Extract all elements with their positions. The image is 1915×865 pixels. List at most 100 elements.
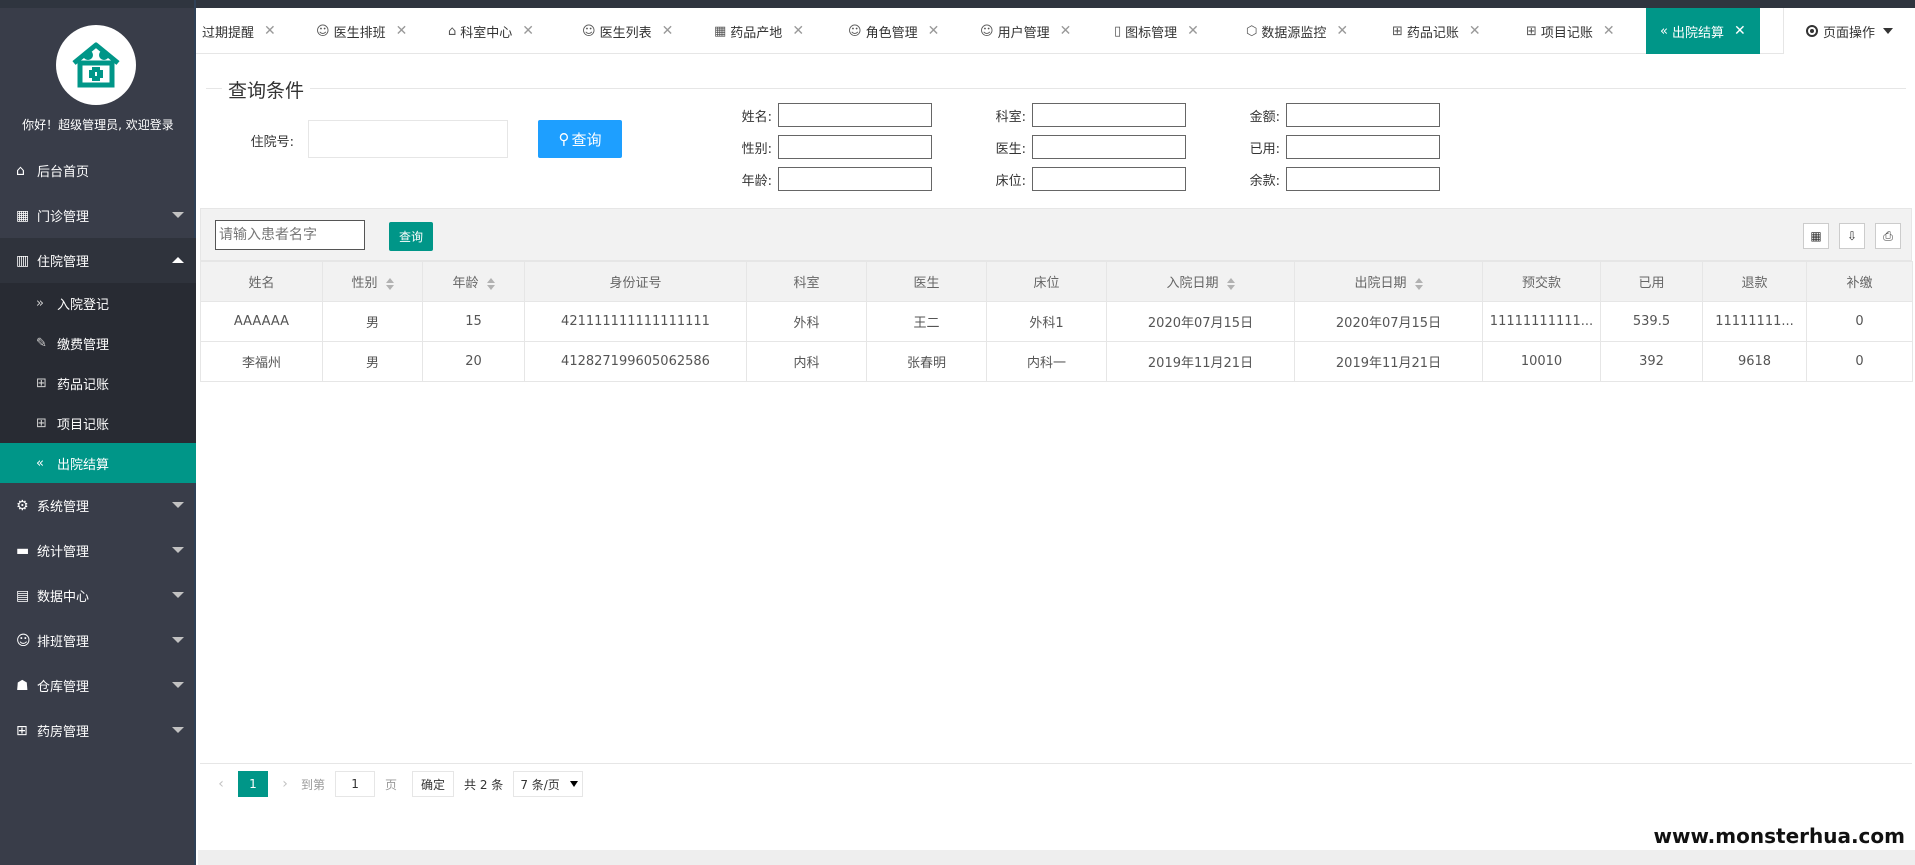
cell-used: 539.5	[1600, 301, 1703, 342]
sidebar-subitem-drug-billing[interactable]: ⊞ 药品记账	[0, 363, 196, 403]
bed-field[interactable]	[1032, 167, 1186, 191]
goto-page-input[interactable]: 1	[335, 771, 376, 797]
col-header-discharge-date[interactable]: 出院日期	[1294, 261, 1483, 302]
tab-datasource-monitor[interactable]: ⬡ 数据源监控 ✕	[1246, 8, 1348, 54]
document-icon: ▯	[1114, 23, 1122, 39]
doctor-label: 医生:	[995, 142, 1026, 157]
name-field[interactable]	[778, 103, 932, 127]
col-header-id-number[interactable]: 身份证号	[524, 261, 747, 302]
col-header-refund[interactable]: 退款	[1702, 261, 1807, 302]
close-icon[interactable]: ✕	[792, 23, 804, 39]
query-button[interactable]: ⚲ 查询	[538, 120, 622, 158]
tab-drug-origin[interactable]: ▦ 药品产地 ✕	[714, 8, 804, 54]
patient-search-input[interactable]: 请输入患者名字	[215, 220, 365, 250]
col-header-admission-date[interactable]: 入院日期	[1106, 261, 1295, 302]
book-icon: ⊞	[1526, 23, 1537, 39]
table-row[interactable]: AAAAAA 男 15 421111111111111111 外科 王二 外科1…	[200, 301, 1913, 342]
tab-item-billing[interactable]: ⊞ 项目记账 ✕	[1526, 8, 1615, 54]
tab-doctor-list[interactable]: ☺ 医生列表 ✕	[582, 8, 673, 54]
col-header-used[interactable]: 已用	[1600, 261, 1703, 302]
patient-search-button[interactable]: 查询	[389, 222, 433, 251]
cell-gender: 男	[322, 341, 423, 382]
print-icon[interactable]: ⎙	[1875, 223, 1901, 249]
sidebar-subitem-admission[interactable]: » 入院登记	[0, 283, 196, 323]
department-field[interactable]	[1032, 103, 1186, 127]
table-row[interactable]: 李福州 男 20 412827199605062586 内科 张春明 内科一 2…	[200, 341, 1913, 382]
sort-icon[interactable]	[1226, 277, 1235, 290]
col-header-supplement[interactable]: 补缴	[1806, 261, 1913, 302]
doctor-field[interactable]	[1032, 135, 1186, 159]
sort-icon[interactable]	[385, 277, 394, 290]
gender-field[interactable]	[778, 135, 932, 159]
age-field[interactable]	[778, 167, 932, 191]
gender-label: 性别:	[741, 142, 772, 157]
sidebar-item-label: 统计管理	[37, 545, 90, 560]
close-icon[interactable]: ✕	[264, 23, 276, 39]
col-header-bed[interactable]: 床位	[986, 261, 1107, 302]
page-operations-dropdown[interactable]: 页面操作	[1783, 8, 1915, 54]
bed-label: 床位:	[995, 174, 1026, 189]
tab-user-management[interactable]: ☺ 用户管理 ✕	[980, 8, 1071, 54]
sidebar-item-datacenter[interactable]: ▤ 数据中心	[0, 573, 196, 618]
columns-filter-icon[interactable]: ▦	[1803, 223, 1829, 249]
sidebar-item-system[interactable]: ⚙ 系统管理	[0, 483, 196, 528]
page-size-select[interactable]: 7 条/页	[513, 771, 583, 797]
close-icon[interactable]: ✕	[1336, 23, 1348, 39]
tab-department-center[interactable]: ⌂ 科室中心 ✕	[448, 8, 534, 54]
sidebar-item-statistics[interactable]: ▬ 统计管理	[0, 528, 196, 573]
close-icon[interactable]: ✕	[522, 23, 534, 39]
sidebar-item-warehouse[interactable]: ☗ 仓库管理	[0, 663, 196, 708]
tab-discharge-settlement[interactable]: « 出院结算 ✕	[1646, 8, 1760, 54]
cell-refund: 11111111...	[1702, 301, 1807, 342]
close-icon[interactable]: ✕	[928, 23, 940, 39]
watermark-text: www.monsterhua.com	[1649, 822, 1909, 850]
cell-doctor: 张春明	[866, 341, 987, 382]
close-icon[interactable]: ✕	[396, 23, 408, 39]
close-icon[interactable]: ✕	[1187, 23, 1199, 39]
sidebar-item-outpatient[interactable]: ▦ 门诊管理	[0, 193, 196, 238]
goto-confirm-button[interactable]: 确定	[412, 771, 455, 797]
used-field[interactable]	[1286, 135, 1440, 159]
col-header-name[interactable]: 姓名	[200, 261, 323, 302]
page-operations-label: 页面操作	[1822, 25, 1875, 41]
edit-icon: ✎	[36, 335, 47, 351]
sidebar-item-home[interactable]: ⌂ 后台首页	[0, 148, 196, 193]
sort-icon[interactable]	[1414, 277, 1423, 290]
sidebar-subitem-discharge[interactable]: « 出院结算	[0, 443, 196, 483]
close-icon[interactable]: ✕	[1469, 23, 1481, 39]
search-icon: ⚲	[558, 130, 570, 148]
tab-drug-billing[interactable]: ⊞ 药品记账 ✕	[1392, 8, 1481, 54]
cell-name: AAAAAA	[200, 301, 323, 342]
export-icon[interactable]: ⇩	[1839, 223, 1865, 249]
col-header-age[interactable]: 年龄	[422, 261, 525, 302]
close-icon[interactable]: ✕	[662, 23, 674, 39]
tab-expiry-reminder[interactable]: 过期提醒 ✕	[202, 8, 276, 54]
cell-refund: 9618	[1702, 341, 1807, 382]
tab-icon-management[interactable]: ▯ 图标管理 ✕	[1114, 8, 1199, 54]
chevron-down-icon	[172, 682, 184, 688]
current-page[interactable]: 1	[238, 771, 268, 797]
chevron-down-icon	[569, 781, 578, 787]
sort-icon[interactable]	[486, 277, 495, 290]
col-header-doctor[interactable]: 医生	[866, 261, 987, 302]
balance-field[interactable]	[1286, 167, 1440, 191]
next-page-icon[interactable]: ›	[274, 776, 296, 792]
close-icon[interactable]: ✕	[1603, 23, 1615, 39]
tab-role-management[interactable]: ☺ 角色管理 ✕	[848, 8, 939, 54]
col-header-prepayment[interactable]: 预交款	[1482, 261, 1601, 302]
close-icon[interactable]: ✕	[1060, 23, 1072, 39]
sidebar-item-inpatient[interactable]: ▥ 住院管理	[0, 238, 196, 283]
hospital-no-input[interactable]	[308, 120, 508, 158]
sidebar-item-label: 住院管理	[37, 255, 90, 270]
cell-gender: 男	[322, 301, 423, 342]
sidebar-item-scheduling[interactable]: ☺ 排班管理	[0, 618, 196, 663]
sidebar-subitem-payment[interactable]: ✎ 缴费管理	[0, 323, 196, 363]
sidebar-item-pharmacy[interactable]: ⊞ 药房管理	[0, 708, 196, 753]
tab-doctor-schedule[interactable]: ☺ 医生排班 ✕	[316, 8, 407, 54]
prev-page-icon[interactable]: ‹	[210, 776, 232, 792]
col-header-gender[interactable]: 性别	[322, 261, 423, 302]
amount-field[interactable]	[1286, 103, 1440, 127]
sidebar-subitem-item-billing[interactable]: ⊞ 项目记账	[0, 403, 196, 443]
col-header-department[interactable]: 科室	[746, 261, 867, 302]
close-icon[interactable]: ✕	[1734, 23, 1746, 39]
